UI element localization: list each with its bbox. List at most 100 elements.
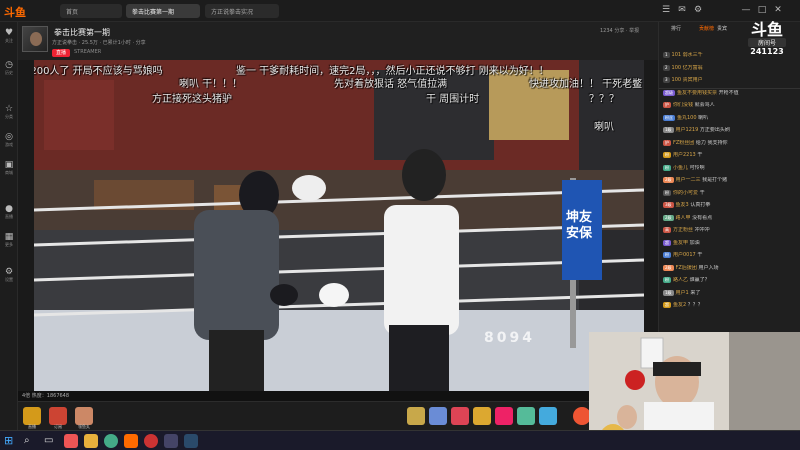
room-number-box: 斗鱼 房间号 241123 — [744, 22, 790, 58]
chat-username[interactable]: 鱼友不要用钱买票 — [677, 90, 717, 96]
chat-message[interactable]: 3级 鱼友3 认真打拳 — [663, 202, 797, 209]
chat-message[interactable]: 1级 用户1219 方正要出头刷 — [663, 127, 797, 134]
chat-username[interactable]: 用户1219 — [676, 127, 699, 133]
chat-text: 干 — [697, 252, 703, 258]
sidebar-item-more[interactable]: ▦ 更多 — [0, 232, 18, 252]
chat-message[interactable]: 护 FZ粉丝团 给力 我支持你 — [663, 139, 797, 147]
chat-message[interactable]: 护你们没钱 就会骂人 — [663, 102, 797, 109]
gear-icon[interactable]: ⚙ — [692, 4, 704, 16]
user-level-badge: 粉丝 — [663, 114, 675, 121]
gift-item[interactable] — [451, 407, 469, 425]
steam-icon[interactable] — [184, 434, 198, 448]
maximize-icon[interactable]: □ — [756, 4, 768, 16]
tab-home[interactable]: 首页 — [60, 4, 122, 18]
chat-message[interactable]: 粉路人乙 谁赢了？ — [663, 277, 797, 284]
gift-item[interactable] — [23, 407, 41, 425]
chat-username[interactable]: 鱼丸100 — [677, 115, 697, 121]
chat-message[interactable]: 超级 鱼友不要用钱买票 开枪不值 — [663, 89, 797, 97]
chat-message[interactable]: 高方正粉丝 冲冲冲 — [663, 227, 797, 234]
gift-item[interactable] — [495, 407, 513, 425]
chat-message[interactable]: 2 100 亿万富翁 — [663, 64, 797, 72]
gift-item[interactable] — [429, 407, 447, 425]
user-level-badge: 护 — [663, 139, 671, 146]
message-icon[interactable]: ✉ — [676, 4, 688, 16]
sidebar-item-live[interactable]: ● 直播 — [0, 204, 18, 224]
app-icon[interactable] — [144, 434, 158, 448]
chat-message[interactable]: 超鱼友2 ？？？ — [663, 302, 797, 309]
chat-username[interactable]: 用户2213 — [673, 152, 696, 158]
video-player[interactable]: 2200人了 开局不应该与骂娘吗 鉴一 干爹耐耗时间，速完2局，，，然后小正还说… — [34, 60, 644, 400]
windows-icon[interactable]: ⊞ — [4, 434, 18, 448]
chat-username[interactable]: 路人乙 — [673, 277, 688, 283]
chat-text: 认真打拳 — [690, 202, 711, 208]
chat-username[interactable]: 100 贵宾用户 — [672, 77, 703, 83]
chat-username[interactable]: 鱼友3 — [676, 202, 689, 208]
sidebar-item-follow[interactable]: ♥ 关注 — [0, 28, 18, 48]
user-level-badge: 1级 — [663, 127, 674, 133]
taskview-icon[interactable]: ▭ — [44, 434, 58, 448]
avatar[interactable] — [22, 26, 48, 52]
minimize-icon[interactable]: — — [740, 4, 752, 16]
chat-username[interactable]: 101 弱水三千 — [672, 52, 703, 58]
tab-rank[interactable]: 排行 — [671, 25, 681, 32]
gift-item[interactable] — [517, 407, 535, 425]
gift-item[interactable] — [473, 407, 491, 425]
user-level-badge: 超 — [663, 302, 671, 308]
chat-username[interactable]: 你的小可爱 — [673, 190, 698, 196]
sidebar-item-shop[interactable]: ▣ 商城 — [0, 160, 18, 180]
chat-list[interactable]: 1 101 弱水三千 2 100 亿万富翁 3 100 贵宾用户 超级 鱼友不要用钱买票… — [659, 52, 800, 352]
chat-message[interactable]: 粉你的小可爱 干 — [663, 189, 797, 197]
folder-icon[interactable] — [84, 434, 98, 448]
search-icon[interactable]: ⌕ — [24, 434, 38, 448]
user-level-badge: 2 — [663, 64, 670, 71]
chat-username[interactable]: 小鱼儿 — [673, 165, 688, 171]
menu-icon[interactable]: ☰ — [660, 4, 672, 16]
chat-message[interactable]: 1级 用户1 来了 — [663, 289, 797, 297]
chat-message[interactable]: 3 100 贵宾用户 — [663, 77, 797, 84]
tab-contribution[interactable]: 贡献榜 — [699, 25, 714, 32]
chat-username[interactable]: 鱼友甲 — [673, 240, 688, 246]
douyu-icon[interactable] — [124, 434, 138, 448]
browser-icon[interactable] — [64, 434, 78, 448]
chat-text: 没有看点 — [692, 214, 713, 221]
header-actions[interactable]: 1234 分享 · 举报 — [600, 27, 639, 34]
gift-item[interactable] — [407, 407, 425, 425]
tab-vip[interactable]: 贵宾 — [717, 25, 727, 32]
chat-message[interactable]: 粉用户0017 干 — [663, 252, 797, 259]
chat-message[interactable]: 粉小鱼儿 可怜啊 — [663, 164, 797, 172]
room-title: 拳击比赛第一期 — [54, 28, 110, 37]
gift-item[interactable] — [539, 407, 557, 425]
chrome-icon[interactable] — [104, 434, 118, 448]
chat-message[interactable]: 粉用户2213 干 — [663, 152, 797, 159]
sidebar-item-history[interactable]: ◷ 历史 — [0, 60, 18, 80]
sidebar-item-label: 游戏 — [5, 142, 13, 147]
chat-username[interactable]: 用户一二三 — [676, 177, 701, 183]
chat-message[interactable]: 2级 路人甲 没有看点 — [663, 214, 797, 222]
chat-username[interactable]: FZ粉丝团 — [673, 140, 694, 146]
close-icon[interactable]: ✕ — [772, 4, 784, 16]
chat-username[interactable]: FZ后援团 — [676, 265, 697, 271]
chat-message[interactable]: 粉丝 鱼丸100 喇叭 — [663, 114, 797, 122]
tab-room-2[interactable]: 方正说拳击实况 — [205, 4, 279, 18]
chat-username[interactable]: 你们没钱 — [673, 102, 693, 108]
sidebar-item-settings[interactable]: ⚙ 设置 — [0, 267, 18, 287]
danmaku-line: 方正接死这头猪驴 — [152, 94, 232, 105]
danmaku-line: 先对着放狠话 怒气值拉满 — [334, 79, 448, 90]
sidebar-item-game[interactable]: ◎ 游戏 — [0, 132, 18, 152]
left-sidebar: ♥ 关注 ◷ 历史 ☆ 分类 ◎ 游戏 ▣ 商城 ● 直播 ▦ 更多 ⚙ 设置 — [0, 22, 18, 430]
gift-item[interactable] — [75, 407, 93, 425]
chat-username[interactable]: 路人甲 — [676, 215, 691, 221]
chat-username[interactable]: 100 亿万富翁 — [672, 65, 703, 71]
chat-username[interactable]: 方正粉丝 — [673, 227, 693, 233]
sidebar-item-category[interactable]: ☆ 分类 — [0, 104, 18, 124]
chat-message[interactable]: 2级 用户一二三 我是打个赌 — [663, 177, 797, 184]
chat-message[interactable]: 超鱼友甲 加油 — [663, 239, 797, 247]
app2-icon[interactable] — [164, 434, 178, 448]
chat-username[interactable]: 用户0017 — [673, 252, 696, 258]
chat-message[interactable]: 2级 FZ后援团 用户入场 — [663, 264, 797, 272]
tab-current-room[interactable]: 拳击比赛第一期 — [126, 4, 200, 18]
chat-username[interactable]: 鱼友2 — [673, 302, 686, 308]
chat-username[interactable]: 用户1 — [676, 290, 689, 296]
gift-item[interactable] — [49, 407, 67, 425]
douyu-logo[interactable]: 斗鱼 — [4, 4, 26, 20]
